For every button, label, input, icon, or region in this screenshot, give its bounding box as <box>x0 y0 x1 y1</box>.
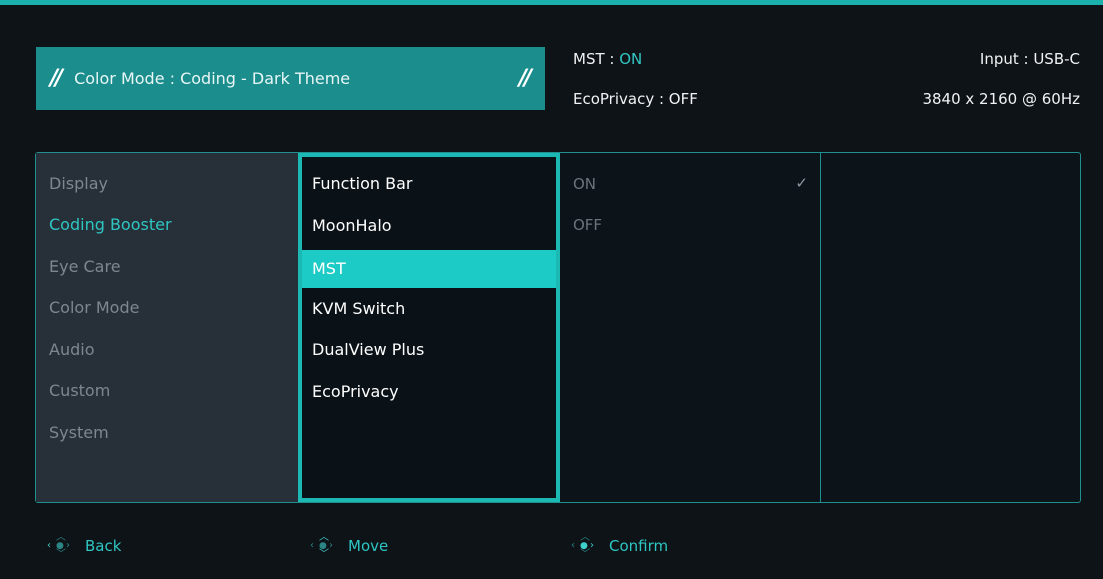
sub-menu-column: Function Bar MoonHalo MST KVM Switch Dua… <box>298 153 560 502</box>
input-status: Input : USB-C <box>979 50 1080 68</box>
option-off-label: OFF <box>573 216 603 234</box>
sub-menu-item-kvm-switch[interactable]: KVM Switch <box>302 293 556 324</box>
main-menu-item-coding-booster[interactable]: Coding Booster <box>49 215 172 234</box>
osd-menu-panel: Display Coding Booster Eye Care Color Mo… <box>35 152 1081 503</box>
main-menu-item-color-mode[interactable]: Color Mode <box>49 298 139 317</box>
resolution-status: 3840 x 2160 @ 60Hz <box>922 90 1080 108</box>
back-hint: ︿ ﹀ ‹ › ● Back <box>47 532 122 560</box>
dpad-move-icon: ︿ ﹀ ‹ › ● <box>310 532 333 560</box>
main-menu-item-custom[interactable]: Custom <box>49 381 110 400</box>
color-mode-text: Color Mode : Coding - Dark Theme <box>74 69 351 88</box>
ecoprivacy-status: EcoPrivacy : OFF <box>573 90 698 108</box>
sub-menu-item-dualview-plus[interactable]: DualView Plus <box>302 334 556 365</box>
mst-status-label: MST : <box>573 50 615 68</box>
option-column: ON ✓ OFF <box>560 153 821 502</box>
main-menu-item-eye-care[interactable]: Eye Care <box>49 257 121 276</box>
sub-menu-item-mst[interactable]: MST <box>302 250 556 288</box>
confirm-label: Confirm <box>609 537 669 555</box>
confirm-hint: ︿ ﹀ ‹ › ● Confirm <box>571 532 669 560</box>
back-label: Back <box>85 537 122 555</box>
right-slash-icon: // <box>518 66 532 91</box>
dpad-back-icon: ︿ ﹀ ‹ › ● <box>47 532 70 560</box>
option-on-label: ON <box>573 175 597 193</box>
left-slash-icon: // <box>50 66 63 91</box>
sub-menu-item-function-bar[interactable]: Function Bar <box>302 168 556 199</box>
main-menu-item-system[interactable]: System <box>49 423 109 442</box>
checkmark-icon: ✓ <box>795 174 808 192</box>
main-menu-item-display[interactable]: Display <box>49 174 108 193</box>
main-menu-column: Display Coding Booster Eye Care Color Mo… <box>36 153 298 502</box>
main-menu-item-audio[interactable]: Audio <box>49 340 94 359</box>
top-accent-bar <box>0 0 1103 5</box>
mst-status: MST : ON <box>573 50 642 68</box>
sub-menu-item-moonhalo[interactable]: MoonHalo <box>302 210 556 241</box>
mst-status-value: ON <box>619 50 643 68</box>
dpad-confirm-icon: ︿ ﹀ ‹ › ● <box>571 532 594 560</box>
option-item-on[interactable]: ON ✓ <box>573 174 808 193</box>
option-item-off[interactable]: OFF <box>573 216 808 234</box>
move-hint: ︿ ﹀ ‹ › ● Move <box>310 532 389 560</box>
color-mode-banner: // Color Mode : Coding - Dark Theme // <box>36 47 545 110</box>
sub-menu-item-ecoprivacy[interactable]: EcoPrivacy <box>302 376 556 407</box>
move-label: Move <box>348 537 389 555</box>
